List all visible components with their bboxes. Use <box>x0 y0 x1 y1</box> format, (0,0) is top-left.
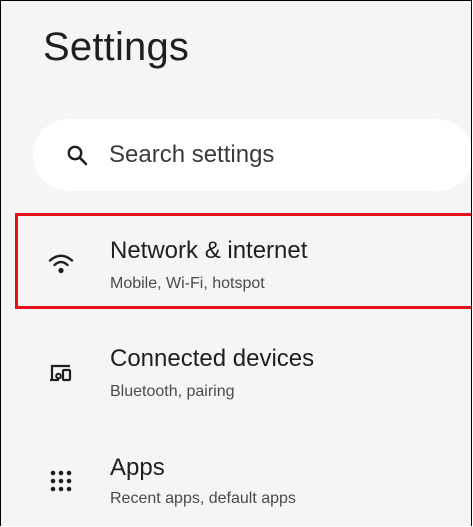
settings-screen: Settings Search settings Network & inter… <box>0 0 472 526</box>
settings-item-subtitle: Mobile, Wi-Fi, hotspot <box>110 275 265 292</box>
settings-item-subtitle: Recent apps, default apps <box>110 490 296 507</box>
settings-item-network-internet[interactable]: Network & internet Mobile, Wi-Fi, hotspo… <box>15 213 471 309</box>
settings-item-title: Apps <box>110 454 165 481</box>
settings-item-subtitle: Bluetooth, pairing <box>110 383 235 400</box>
settings-item-apps[interactable]: Apps Recent apps, default apps <box>15 441 471 526</box>
apps-grid-icon <box>50 470 72 492</box>
settings-item-connected-devices[interactable]: Connected devices Bluetooth, pairing <box>15 329 471 425</box>
search-bar[interactable]: Search settings <box>33 119 471 191</box>
wifi-icon <box>48 254 74 274</box>
page-title: Settings <box>43 25 190 69</box>
search-icon <box>67 145 88 166</box>
search-placeholder: Search settings <box>109 141 275 168</box>
settings-item-title: Network & internet <box>110 237 308 264</box>
connected-devices-icon <box>50 364 72 382</box>
settings-item-title: Connected devices <box>110 345 315 372</box>
